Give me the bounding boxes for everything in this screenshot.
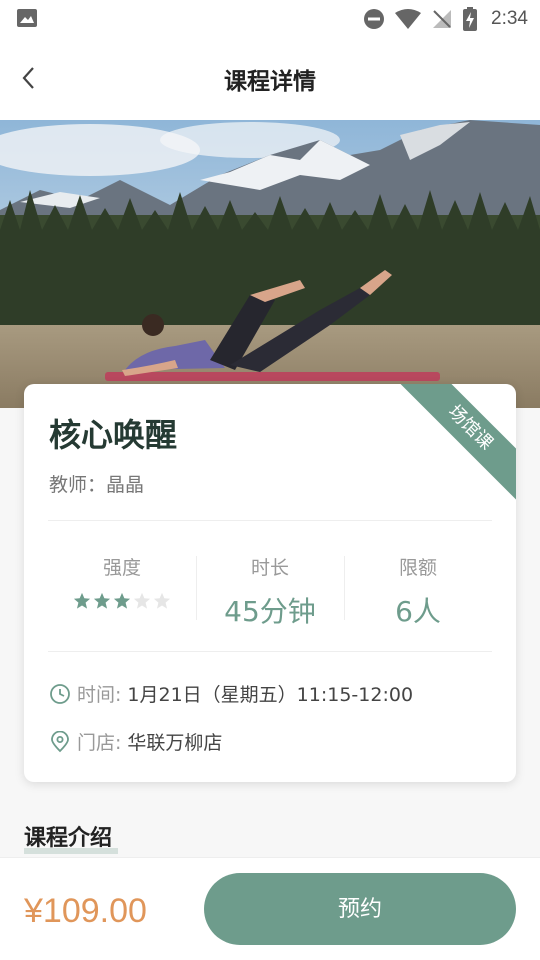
- star-filled-icon: [93, 592, 111, 609]
- teacher-label: 教师：: [49, 474, 107, 496]
- course-price: ¥109.00: [24, 892, 147, 930]
- course-intro-heading: 课程介绍: [24, 820, 119, 854]
- do-not-disturb-icon: [364, 9, 385, 29]
- nav-bar: 课程详情: [0, 38, 540, 120]
- gallery-icon: [17, 9, 37, 27]
- battery-charging-icon: [463, 7, 478, 31]
- course-stats: 强度 时长 45分钟 限额 6人: [48, 550, 492, 628]
- teacher-info: 教师：晶晶: [49, 470, 144, 497]
- no-signal-icon: [433, 10, 452, 28]
- time-label: 时间:: [77, 684, 122, 706]
- location-pin-icon: [51, 730, 69, 752]
- intensity-stars: [48, 592, 196, 610]
- clock-time: 2:34: [491, 8, 528, 29]
- store-value: 华联万柳店: [127, 732, 223, 754]
- star-filled-icon: [73, 592, 91, 609]
- star-filled-icon: [113, 592, 131, 609]
- wifi-icon: [395, 9, 422, 29]
- duration-label: 时长: [250, 557, 289, 579]
- stat-intensity: 强度: [48, 550, 196, 624]
- quota-value: 6人: [395, 595, 441, 628]
- teacher-name: 晶晶: [106, 474, 145, 496]
- divider: [48, 651, 492, 652]
- time-row: 时间: 1月21日（星期五）11:15-12:00: [49, 680, 413, 707]
- stat-duration: 时长 45分钟: [196, 550, 344, 628]
- page-title: 课程详情: [224, 69, 316, 95]
- store-label: 门店:: [77, 732, 122, 754]
- star-empty-icon: [133, 592, 151, 609]
- status-bar: 2:34: [0, 0, 540, 38]
- book-button[interactable]: 预约: [204, 873, 516, 945]
- time-value: 1月21日（星期五）11:15-12:00: [127, 684, 414, 706]
- venue-class-ribbon: 场馆课: [393, 384, 516, 505]
- intensity-label: 强度: [102, 557, 141, 579]
- stat-quota: 限额 6人: [344, 550, 492, 628]
- booking-bar: ¥109.00 预约: [0, 857, 540, 960]
- duration-value: 45分钟: [224, 595, 316, 628]
- quota-label: 限额: [398, 557, 437, 579]
- star-empty-icon: [153, 592, 171, 609]
- course-name: 核心唤醒: [49, 416, 178, 454]
- store-row: 门店: 华联万柳店: [49, 728, 222, 755]
- course-card: 场馆课 核心唤醒 教师：晶晶 强度 时长 45分钟 限额 6人 时间: 1月21…: [24, 384, 516, 782]
- clock-icon: [50, 683, 70, 704]
- divider: [48, 520, 492, 521]
- course-cover-image: [0, 120, 540, 408]
